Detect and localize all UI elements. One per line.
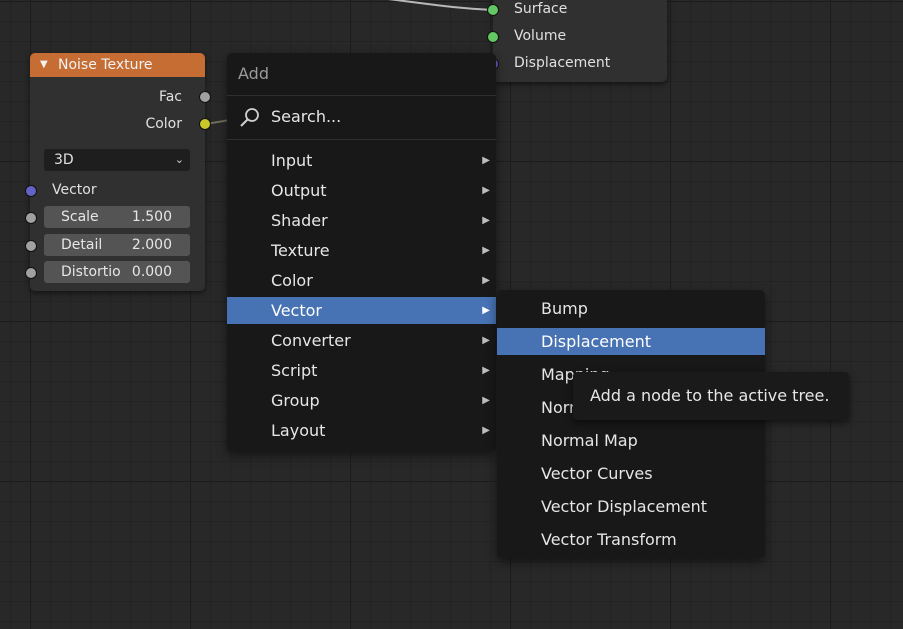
color-socket[interactable] <box>199 118 211 130</box>
surface-socket[interactable] <box>487 4 499 16</box>
menu-separator <box>227 139 496 140</box>
distortion-socket[interactable] <box>25 267 37 279</box>
submenu-item-bump[interactable]: Bump <box>497 295 765 322</box>
chevron-down-icon: ⌄ <box>174 153 184 166</box>
tooltip-text: Add a node to the active tree. <box>590 386 830 405</box>
menu-title: Add <box>238 64 269 83</box>
distortion-label: Distortio <box>61 264 121 280</box>
dimension-value: 3D <box>54 152 74 168</box>
menu-item-vector[interactable]: Vector ▶ <box>227 297 496 324</box>
menu-item-output[interactable]: Output ▶ <box>227 177 496 204</box>
search-label: Search... <box>271 107 342 126</box>
tooltip: Add a node to the active tree. <box>573 372 849 420</box>
surface-input-label: Surface <box>514 1 568 17</box>
submenu-arrow-icon: ▶ <box>482 155 490 166</box>
submenu-arrow-icon: ▶ <box>482 365 490 376</box>
submenu-arrow-icon: ▶ <box>482 215 490 226</box>
detail-value: 2.000 <box>131 237 172 253</box>
volume-socket[interactable] <box>487 31 499 43</box>
submenu-item-label: Bump <box>541 299 588 318</box>
submenu-arrow-icon: ▶ <box>482 245 490 256</box>
detail-socket[interactable] <box>25 240 37 252</box>
submenu-item-vector-displacement[interactable]: Vector Displacement <box>497 493 765 520</box>
displacement-input-label: Displacement <box>514 55 611 71</box>
fac-socket[interactable] <box>199 91 211 103</box>
node-header[interactable]: ▼ Noise Texture <box>30 53 205 77</box>
menu-item-layout[interactable]: Layout ▶ <box>227 417 496 444</box>
menu-item-label: Texture <box>271 241 330 260</box>
submenu-arrow-icon: ▶ <box>482 305 490 316</box>
fac-output-label: Fac <box>158 89 182 105</box>
menu-item-group[interactable]: Group ▶ <box>227 387 496 414</box>
scale-value: 1.500 <box>131 209 172 225</box>
scale-label: Scale <box>61 209 99 225</box>
menu-separator <box>227 95 496 96</box>
distortion-value: 0.000 <box>131 264 172 280</box>
noise-texture-node[interactable]: ▼ Noise Texture Fac Color 3D ⌄ Vector Sc… <box>25 53 211 291</box>
menu-item-input[interactable]: Input ▶ <box>227 147 496 174</box>
scale-socket[interactable] <box>25 212 37 224</box>
menu-item-shader[interactable]: Shader ▶ <box>227 207 496 234</box>
menu-item-label: Shader <box>271 211 328 230</box>
submenu-arrow-icon: ▶ <box>482 335 490 346</box>
submenu-arrow-icon: ▶ <box>482 185 490 196</box>
node-title: Noise Texture <box>58 57 153 73</box>
search-item[interactable]: Search... <box>227 103 496 130</box>
submenu-item-displacement[interactable]: Displacement <box>497 328 765 355</box>
menu-item-label: Script <box>271 361 318 380</box>
submenu-item-normal-map[interactable]: Normal Map <box>497 427 765 454</box>
submenu-item-label: Normal Map <box>541 431 638 450</box>
menu-item-converter[interactable]: Converter ▶ <box>227 327 496 354</box>
wire-to-surface <box>388 0 494 11</box>
vector-submenu[interactable]: Bump Displacement Mapping Normal Normal … <box>497 290 765 558</box>
add-menu[interactable]: Add Search... Input ▶ Output ▶ Shader ▶ … <box>227 53 496 451</box>
vector-input-label: Vector <box>52 182 97 198</box>
menu-item-label: Converter <box>271 331 351 350</box>
submenu-item-label: Displacement <box>541 332 651 351</box>
menu-item-label: Group <box>271 391 320 410</box>
submenu-item-label: Vector Transform <box>541 530 677 549</box>
vector-socket[interactable] <box>25 185 37 197</box>
distortion-field[interactable]: Distortio 0.000 <box>44 261 190 283</box>
menu-item-color[interactable]: Color ▶ <box>227 267 496 294</box>
submenu-item-label: Vector Displacement <box>541 497 708 516</box>
dimension-dropdown[interactable]: 3D ⌄ <box>44 149 190 171</box>
submenu-arrow-icon: ▶ <box>482 275 490 286</box>
material-output-node[interactable]: Surface Volume Displacement <box>487 0 667 82</box>
detail-label: Detail <box>61 237 103 253</box>
menu-item-label: Layout <box>271 421 326 440</box>
submenu-arrow-icon: ▶ <box>482 395 490 406</box>
volume-input-label: Volume <box>514 28 567 44</box>
menu-item-label: Vector <box>271 301 322 320</box>
submenu-item-vector-transform[interactable]: Vector Transform <box>497 526 765 553</box>
detail-field[interactable]: Detail 2.000 <box>44 234 190 256</box>
menu-item-texture[interactable]: Texture ▶ <box>227 237 496 264</box>
color-output-label: Color <box>145 116 182 132</box>
menu-item-script[interactable]: Script ▶ <box>227 357 496 384</box>
submenu-item-vector-curves[interactable]: Vector Curves <box>497 460 765 487</box>
menu-item-label: Output <box>271 181 327 200</box>
collapse-triangle-icon[interactable]: ▼ <box>40 53 48 77</box>
menu-item-label: Color <box>271 271 313 290</box>
submenu-arrow-icon: ▶ <box>482 425 490 436</box>
search-icon <box>240 108 259 127</box>
menu-item-label: Input <box>271 151 313 170</box>
submenu-item-label: Vector Curves <box>541 464 653 483</box>
scale-field[interactable]: Scale 1.500 <box>44 206 190 228</box>
